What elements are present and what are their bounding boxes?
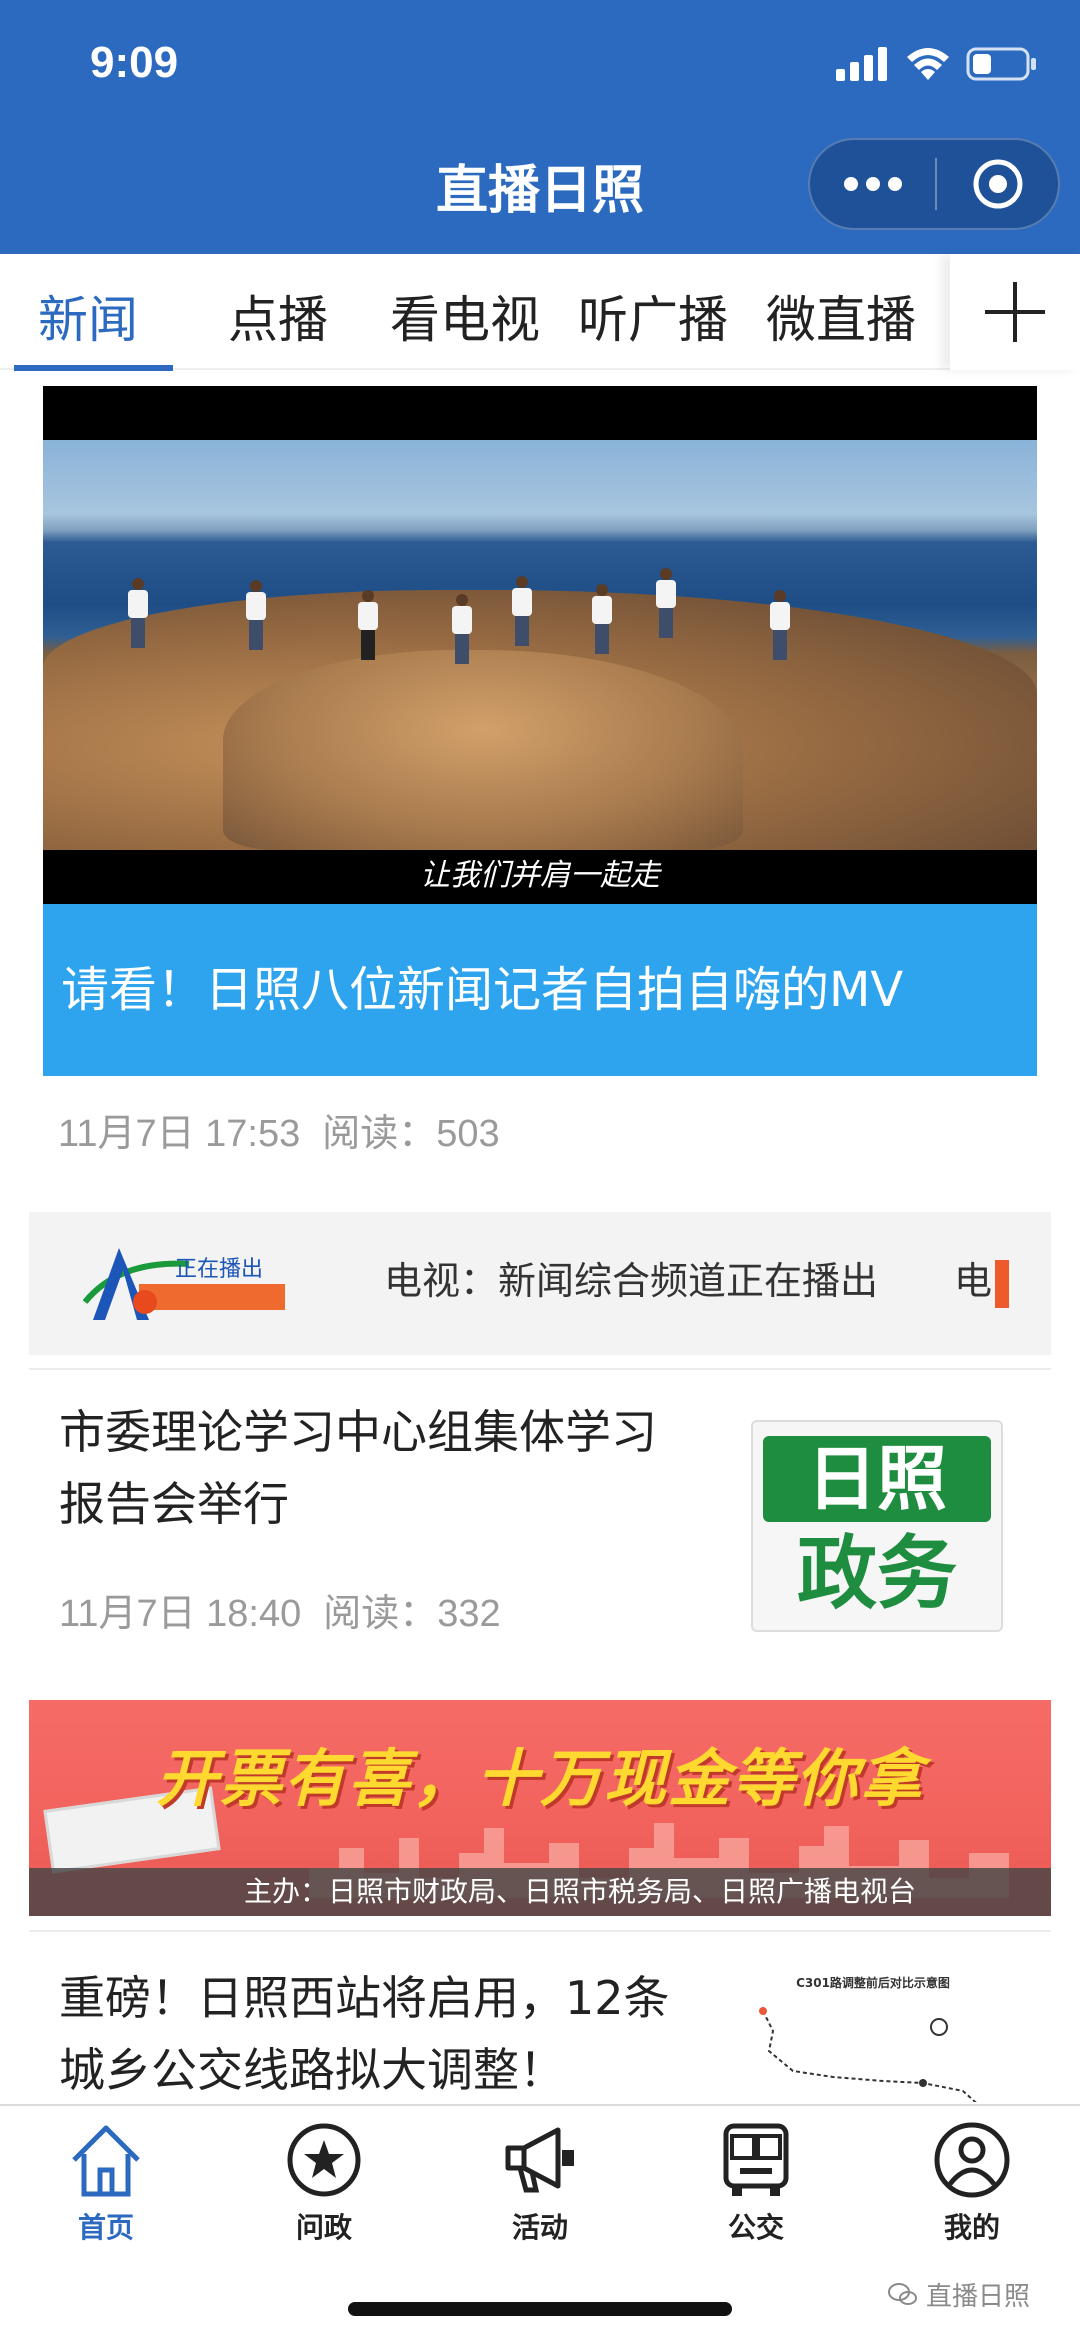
status-icons bbox=[836, 46, 1038, 82]
dancer-figure bbox=[452, 594, 472, 664]
plus-icon bbox=[985, 282, 1045, 342]
news-read-count: 阅读：332 bbox=[323, 1593, 501, 1635]
news-title[interactable]: 市委理论学习中心组集体学习报告会举行 bbox=[59, 1396, 699, 1540]
battery-icon bbox=[966, 47, 1036, 81]
featured-article-card[interactable]: 让我们并肩一起走 请看！日照八位新闻记者自拍自嗨的MV bbox=[43, 386, 1037, 1076]
dancer-figure bbox=[128, 578, 148, 648]
news-meta: 11月7日 18:40 阅读：332 bbox=[59, 1582, 523, 1637]
status-time: 9:09 bbox=[90, 38, 179, 87]
tab-news[interactable]: 新闻 bbox=[38, 280, 138, 352]
live-logo: 正在播出 bbox=[79, 1240, 291, 1330]
tab-active-indicator bbox=[14, 365, 173, 371]
featured-video-thumbnail[interactable]: 让我们并肩一起走 bbox=[43, 386, 1037, 904]
megaphone-icon bbox=[505, 2127, 574, 2193]
more-dots-icon bbox=[843, 177, 902, 191]
tabbar-inquiry-label: 问政 bbox=[295, 2211, 352, 2244]
signal-icon bbox=[836, 47, 887, 81]
news-thumbnail: 日照 政务 bbox=[751, 1420, 1003, 1632]
add-tab-button[interactable] bbox=[950, 254, 1080, 370]
thumbnail-caption: C301路调整前后对比示意图 bbox=[796, 1976, 950, 1990]
article-read-count: 阅读：503 bbox=[322, 1113, 500, 1155]
tabbar-profile-label: 我的 bbox=[943, 2211, 1000, 2244]
tabbar-inquiry[interactable]: 问政 bbox=[234, 2120, 414, 2260]
news-thumbnail-map: C301路调整前后对比示意图 bbox=[733, 1974, 1013, 2102]
tabbar-activity-label: 活动 bbox=[511, 2211, 568, 2244]
home-icon bbox=[72, 2125, 140, 2197]
featured-article-meta: 11月7日 17:53 阅读：503 bbox=[58, 1102, 522, 1157]
live-logo-label: 正在播出 bbox=[175, 1257, 263, 1282]
category-tabs: 新闻 点播 看电视 听广播 微直播 bbox=[0, 254, 1080, 371]
mini-program-capsule bbox=[808, 138, 1060, 230]
news-list-item[interactable]: 重磅！日照西站将启用，12条城乡公交线路拟大调整！ C301路调整前后对比示意图 bbox=[29, 1962, 1051, 2102]
route-map-graphic bbox=[759, 2007, 977, 2102]
more-button[interactable] bbox=[810, 140, 935, 228]
tabbar-activity[interactable]: 活动 bbox=[450, 2120, 630, 2260]
featured-article-title[interactable]: 请看！日照八位新闻记者自拍自嗨的MV bbox=[43, 904, 1037, 1076]
dancer-figure bbox=[246, 580, 266, 650]
app-header: 9:09 直播日照 bbox=[0, 0, 1080, 254]
wifi-icon bbox=[907, 48, 949, 80]
promo-banner[interactable]: 开票有喜，十万现金等你拿 主办：日照市财政局、日照市税务局、日照广播电视台 bbox=[29, 1700, 1051, 1916]
live-status-text-next: 电 bbox=[954, 1259, 993, 1303]
tabbar-profile[interactable]: 我的 bbox=[882, 2120, 1062, 2260]
dancer-figure bbox=[656, 568, 676, 638]
promo-organizer-text: 主办：日照市财政局、日照市税务局、日照广播电视台 bbox=[29, 1868, 1051, 1916]
tabbar-bus[interactable]: 公交 bbox=[666, 2120, 846, 2260]
list-divider bbox=[29, 1930, 1051, 1932]
dancer-figure bbox=[770, 590, 790, 660]
home-indicator[interactable] bbox=[348, 2302, 732, 2316]
user-icon bbox=[934, 2122, 1010, 2198]
thumbnail-text-bottom: 政务 bbox=[797, 1527, 957, 1620]
dancer-figure bbox=[358, 590, 378, 660]
promo-headline: 开票有喜，十万现金等你拿 bbox=[155, 1742, 924, 1815]
news-title[interactable]: 重磅！日照西站将启用，12条城乡公交线路拟大调整！ bbox=[59, 1962, 699, 2102]
live-indicator bbox=[995, 1260, 1009, 1308]
list-divider bbox=[29, 1368, 1051, 1370]
thumbnail-text-top: 日照 bbox=[763, 1436, 991, 1522]
news-date: 11月7日 18:40 bbox=[59, 1593, 302, 1635]
tabbar-home-label: 首页 bbox=[77, 2211, 134, 2244]
wechat-icon bbox=[888, 2282, 917, 2305]
watermark-text: 直播日照 bbox=[926, 2282, 1031, 2312]
tabbar-bus-label: 公交 bbox=[727, 2211, 784, 2244]
tab-listen-radio[interactable]: 听广播 bbox=[578, 280, 728, 352]
news-list-item[interactable]: 市委理论学习中心组集体学习报告会举行 11月7日 18:40 阅读：332 日照 … bbox=[29, 1396, 1051, 1666]
coastal-scene-image bbox=[43, 440, 1037, 850]
broadcast-logo-icon: 正在播出 bbox=[82, 1248, 285, 1320]
dancer-figure bbox=[592, 584, 612, 654]
tab-vod[interactable]: 点播 bbox=[228, 280, 328, 352]
tab-micro-live[interactable]: 微直播 bbox=[766, 280, 916, 352]
bus-icon bbox=[723, 2123, 789, 2196]
app-page: 9:09 直播日照 新闻 点播 看电视 听广播 微直播 让我们并肩一起走 请看！… bbox=[0, 0, 1080, 2339]
video-subtitle: 让我们并肩一起走 bbox=[420, 858, 660, 893]
article-date: 11月7日 17:53 bbox=[58, 1113, 301, 1155]
tab-watch-tv[interactable]: 看电视 bbox=[390, 280, 540, 352]
live-status-text: 电视：新闻综合频道正在播出 bbox=[384, 1259, 879, 1303]
wechat-watermark: 直播日照 bbox=[888, 2276, 1030, 2313]
tabbar-home[interactable]: 首页 bbox=[16, 2120, 196, 2260]
close-button[interactable] bbox=[937, 140, 1058, 228]
star-icon bbox=[287, 2123, 361, 2197]
dancer-figure bbox=[512, 576, 532, 646]
live-broadcast-banner[interactable]: 正在播出 电视：新闻综合频道正在播出 电 bbox=[29, 1212, 1051, 1355]
target-close-icon bbox=[973, 159, 1022, 209]
